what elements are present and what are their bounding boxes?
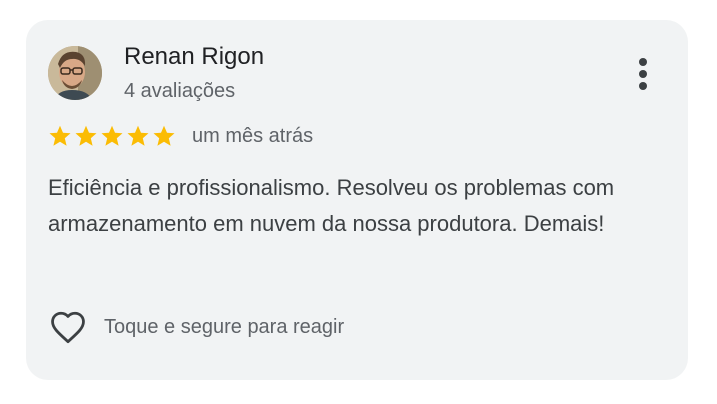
more-options-button[interactable] <box>626 54 660 94</box>
avatar[interactable] <box>48 46 102 100</box>
star-icon <box>101 125 123 146</box>
heart-outline-icon <box>51 311 85 344</box>
star-icon <box>127 125 149 146</box>
star-icon <box>49 125 71 146</box>
avatar-photo <box>48 46 102 100</box>
review-date: um mês atrás <box>192 124 314 147</box>
rating-row: um mês atrás <box>48 122 313 150</box>
reaction-row: Toque e segure para reagir <box>48 307 344 347</box>
more-vert-icon <box>639 58 647 90</box>
react-button[interactable] <box>48 307 88 347</box>
author-reviews-count[interactable]: 4 avaliações <box>124 78 235 104</box>
react-hint: Toque e segure para reagir <box>104 315 345 338</box>
review-card: Renan Rigon 4 avaliações um mês atrás Ef… <box>26 20 688 380</box>
review-text: Eficiência e profissionalismo. Resolveu … <box>48 175 615 236</box>
star-icon <box>75 125 97 146</box>
author-name[interactable]: Renan Rigon <box>124 42 264 72</box>
star-icon <box>153 125 175 146</box>
star-rating <box>48 124 178 148</box>
